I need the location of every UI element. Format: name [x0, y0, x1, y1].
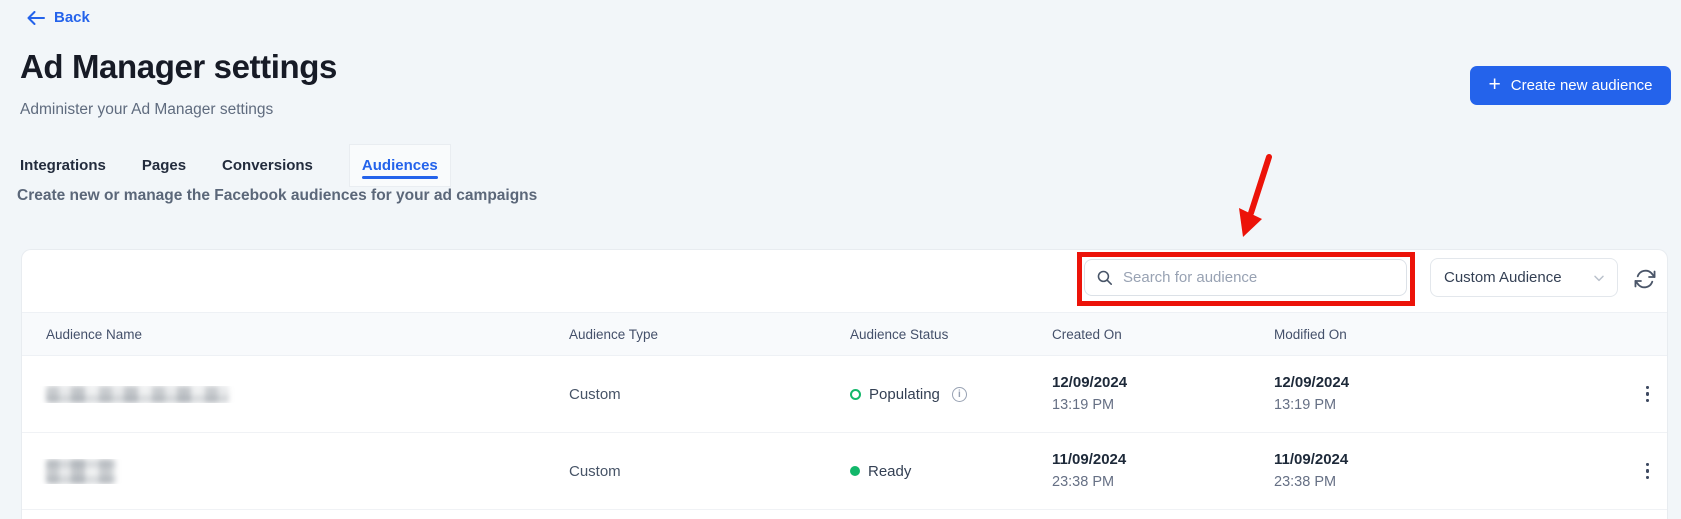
col-header-audience-name: Audience Name [22, 327, 569, 342]
status-label: Ready [868, 463, 911, 480]
created-on-cell: 11/09/2024 23:38 PM [1052, 449, 1274, 493]
back-arrow-icon [27, 11, 45, 25]
modified-date: 12/09/2024 [1274, 372, 1628, 394]
audience-name-cell [22, 459, 569, 484]
kebab-menu-icon[interactable] [1638, 459, 1658, 483]
page-subtitle: Administer your Ad Manager settings [20, 101, 273, 119]
created-on-cell: 12/09/2024 13:19 PM [1052, 372, 1274, 416]
audience-type-cell: Custom [569, 463, 850, 480]
search-input[interactable] [1084, 259, 1407, 296]
redacted-audience-name [46, 386, 229, 403]
tab-pages[interactable]: Pages [142, 157, 186, 174]
annotation-red-arrow [1235, 147, 1293, 245]
info-icon[interactable]: i [952, 387, 967, 402]
back-label: Back [54, 9, 90, 26]
select-value: Custom Audience [1444, 269, 1562, 286]
search-icon [1096, 269, 1113, 286]
modified-date: 11/09/2024 [1274, 449, 1628, 471]
settings-tabs: Integrations Pages Conversions Audiences [20, 143, 451, 187]
create-new-audience-button[interactable]: + Create new audience [1470, 66, 1671, 105]
tab-conversions[interactable]: Conversions [222, 157, 313, 174]
audiences-table-card: Custom Audience Audience Name Audience T… [21, 249, 1668, 519]
plus-icon: + [1488, 74, 1500, 95]
status-populating-ring-icon [850, 389, 861, 400]
created-time: 13:19 PM [1052, 394, 1274, 416]
status-label: Populating [869, 386, 940, 403]
col-header-audience-type: Audience Type [569, 327, 850, 342]
modified-time: 23:38 PM [1274, 471, 1628, 493]
audience-status-cell: Populating i [850, 386, 1052, 403]
back-link[interactable]: Back [27, 9, 90, 26]
tab-audiences[interactable]: Audiences [349, 144, 451, 187]
create-button-label: Create new audience [1511, 77, 1653, 94]
modified-on-cell: 12/09/2024 13:19 PM [1274, 372, 1628, 416]
created-time: 23:38 PM [1052, 471, 1274, 493]
modified-time: 13:19 PM [1274, 394, 1628, 416]
audience-type-select[interactable]: Custom Audience [1430, 258, 1618, 297]
col-header-modified-on: Modified On [1274, 327, 1628, 342]
kebab-menu-icon[interactable] [1638, 382, 1658, 406]
tab-description: Create new or manage the Facebook audien… [17, 187, 537, 205]
redacted-audience-name [46, 459, 116, 484]
row-actions-cell [1628, 459, 1667, 483]
col-header-audience-status: Audience Status [850, 327, 1052, 342]
modified-on-cell: 11/09/2024 23:38 PM [1274, 449, 1628, 493]
col-header-created-on: Created On [1052, 327, 1274, 342]
search-field-wrap [1084, 259, 1407, 296]
audience-type-cell: Custom [569, 386, 850, 403]
page-title: Ad Manager settings [20, 48, 337, 86]
table-toolbar: Custom Audience [22, 250, 1667, 312]
row-actions-cell [1628, 382, 1667, 406]
audience-name-cell [22, 386, 569, 403]
created-date: 11/09/2024 [1052, 449, 1274, 471]
status-ready-dot-icon [850, 466, 860, 476]
refresh-button[interactable] [1631, 265, 1659, 293]
audience-status-cell: Ready [850, 463, 1052, 480]
chevron-down-icon [1591, 270, 1607, 286]
created-date: 12/09/2024 [1052, 372, 1274, 394]
ad-manager-settings-page: Back Ad Manager settings Administer your… [0, 0, 1681, 519]
table-row: Custom Populating i 12/09/2024 13:19 PM … [22, 356, 1667, 433]
table-row: Custom Ready 11/09/2024 23:38 PM 11/09/2… [22, 433, 1667, 510]
table-header-row: Audience Name Audience Type Audience Sta… [22, 312, 1667, 356]
tab-integrations[interactable]: Integrations [20, 157, 106, 174]
refresh-icon [1634, 268, 1656, 290]
